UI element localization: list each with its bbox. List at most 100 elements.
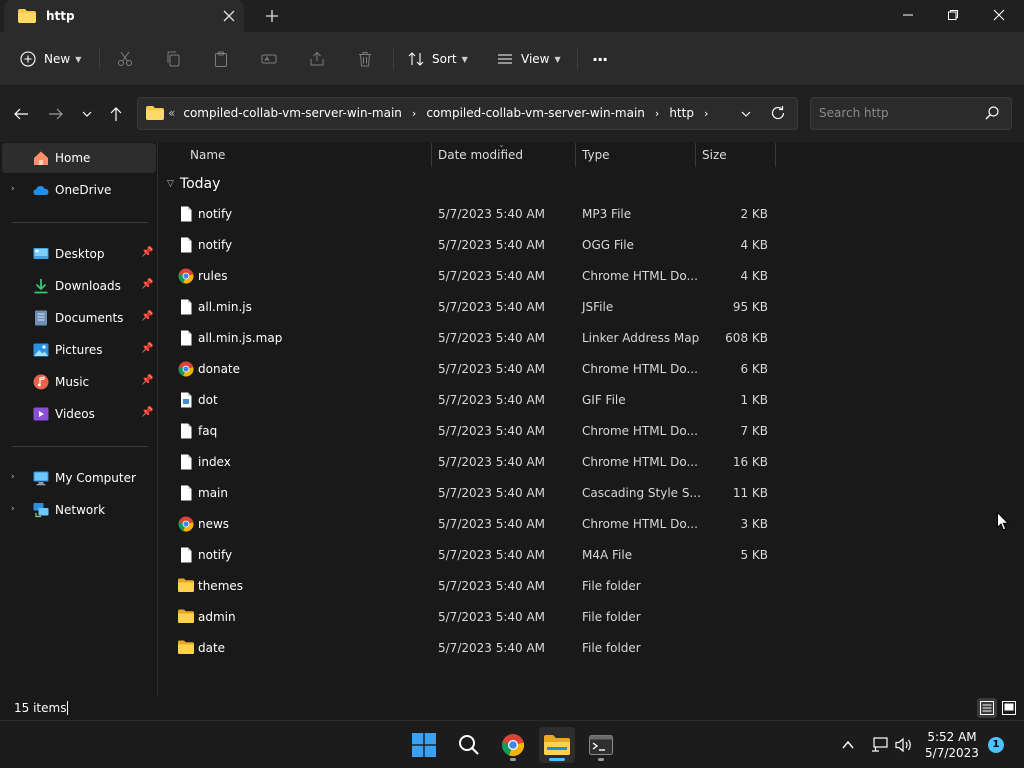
chevron-right-icon[interactable]: › bbox=[655, 107, 659, 120]
breadcrumb-item[interactable]: http bbox=[669, 106, 694, 120]
chevron-right-icon[interactable]: › bbox=[704, 107, 708, 120]
file-row[interactable]: all.min.js 5/7/2023 5:40 AM JSFile 95 KB bbox=[159, 292, 779, 323]
sidebar-item-desktop[interactable]: Desktop 📌 bbox=[2, 239, 156, 269]
chevron-right-icon[interactable]: › bbox=[11, 504, 15, 514]
refresh-button[interactable] bbox=[770, 105, 786, 124]
sidebar-item-network[interactable]: › Network bbox=[2, 495, 156, 525]
more-options-button[interactable]: ··· bbox=[592, 46, 608, 72]
home-icon bbox=[33, 150, 49, 166]
search-input[interactable] bbox=[819, 106, 979, 120]
file-row[interactable]: faq 5/7/2023 5:40 AM Chrome HTML Do... 7 KB bbox=[159, 416, 779, 447]
details-view-button[interactable] bbox=[977, 698, 997, 718]
terminal-taskbar-button[interactable] bbox=[583, 727, 619, 763]
cut-button[interactable] bbox=[117, 46, 133, 72]
pin-icon[interactable]: 📌 bbox=[141, 375, 153, 386]
chevron-right-icon[interactable]: › bbox=[11, 472, 15, 482]
file-name: index bbox=[198, 455, 231, 469]
large-icons-view-button[interactable] bbox=[999, 698, 1019, 718]
copy-button[interactable] bbox=[165, 46, 181, 72]
view-button[interactable]: View ▼ bbox=[497, 46, 561, 72]
address-bar[interactable]: « compiled-collab-vm-server-win-main › c… bbox=[137, 97, 798, 130]
share-button[interactable] bbox=[309, 46, 325, 72]
pin-icon[interactable]: 📌 bbox=[141, 311, 153, 322]
back-button[interactable] bbox=[10, 104, 32, 124]
folder-icon bbox=[146, 106, 164, 123]
file-row[interactable]: notify 5/7/2023 5:40 AM MP3 File 2 KB bbox=[159, 199, 779, 230]
pin-icon[interactable]: 📌 bbox=[141, 279, 153, 290]
file-row[interactable]: main 5/7/2023 5:40 AM Cascading Style S...… bbox=[159, 478, 779, 509]
file-explorer-taskbar-button[interactable] bbox=[539, 727, 575, 763]
search-taskbar-button[interactable] bbox=[451, 727, 487, 763]
search-box[interactable] bbox=[810, 97, 1012, 130]
pin-icon[interactable]: 📌 bbox=[141, 247, 153, 258]
sidebar-item-onedrive[interactable]: › OneDrive bbox=[2, 175, 156, 205]
file-row[interactable]: admin 5/7/2023 5:40 AM File folder bbox=[159, 602, 779, 633]
file-size: 95 KB bbox=[732, 300, 768, 314]
network-icon bbox=[33, 502, 49, 518]
start-button[interactable] bbox=[406, 727, 442, 763]
sidebar-item-documents[interactable]: Documents 📌 bbox=[2, 303, 156, 333]
thumbnail-view-icon bbox=[1002, 701, 1016, 715]
volume-tray-button[interactable] bbox=[894, 735, 914, 755]
file-row[interactable]: news 5/7/2023 5:40 AM Chrome HTML Do... 3 K… bbox=[159, 509, 779, 540]
network-tray-button[interactable] bbox=[870, 735, 890, 755]
pin-icon[interactable]: 📌 bbox=[141, 407, 153, 418]
maximize-button[interactable] bbox=[930, 0, 976, 30]
close-window-button[interactable] bbox=[976, 0, 1022, 30]
chrome-taskbar-button[interactable] bbox=[495, 727, 531, 763]
sidebar-item-videos[interactable]: Videos 📌 bbox=[2, 399, 156, 429]
delete-button[interactable] bbox=[357, 46, 373, 72]
column-header-size[interactable]: Size bbox=[696, 142, 775, 168]
sidebar-item-music[interactable]: Music 📌 bbox=[2, 367, 156, 397]
sidebar-item-home[interactable]: Home bbox=[2, 143, 156, 173]
sidebar-item-label: OneDrive bbox=[55, 183, 112, 197]
view-button-label: View bbox=[521, 52, 550, 66]
sidebar-item-label: Network bbox=[55, 503, 106, 517]
new-tab-button[interactable] bbox=[262, 6, 282, 26]
file-name: dot bbox=[198, 393, 218, 407]
sidebar-item-downloads[interactable]: Downloads 📌 bbox=[2, 271, 156, 301]
chevron-right-icon[interactable]: › bbox=[11, 184, 15, 194]
group-header-today[interactable]: ▽ Today bbox=[167, 176, 220, 192]
window-tab[interactable]: http bbox=[4, 0, 244, 32]
recent-locations-button[interactable] bbox=[76, 104, 98, 124]
file-row[interactable]: index 5/7/2023 5:40 AM Chrome HTML Do... 16… bbox=[159, 447, 779, 478]
pin-icon[interactable]: 📌 bbox=[141, 343, 153, 354]
file-row[interactable]: date 5/7/2023 5:40 AM File folder bbox=[159, 633, 779, 664]
file-row[interactable]: dot 5/7/2023 5:40 AM GIF File 1 KB bbox=[159, 385, 779, 416]
file-row[interactable]: notify 5/7/2023 5:40 AM OGG File 4 KB bbox=[159, 230, 779, 261]
paste-button[interactable] bbox=[213, 46, 229, 72]
active-indicator bbox=[549, 758, 565, 761]
breadcrumb-item[interactable]: compiled-collab-vm-server-win-main bbox=[426, 106, 645, 120]
rename-button[interactable] bbox=[261, 46, 277, 72]
file-row[interactable]: notify 5/7/2023 5:40 AM M4A File 5 KB bbox=[159, 540, 779, 571]
column-resize-handle[interactable] bbox=[775, 143, 776, 167]
chevron-right-icon[interactable]: › bbox=[412, 107, 416, 120]
column-header-type[interactable]: Type bbox=[576, 142, 695, 168]
minimize-button[interactable] bbox=[885, 0, 931, 30]
file-row[interactable]: themes 5/7/2023 5:40 AM File folder bbox=[159, 571, 779, 602]
file-row[interactable]: all.min.js.map 5/7/2023 5:40 AM Linker Add… bbox=[159, 323, 779, 354]
sort-button[interactable]: Sort ▼ bbox=[408, 46, 468, 72]
sidebar-item-label: My Computer bbox=[55, 471, 136, 485]
clock[interactable]: 5:52 AM 5/7/2023 bbox=[920, 729, 984, 761]
breadcrumb-item[interactable]: compiled-collab-vm-server-win-main bbox=[183, 106, 402, 120]
show-hidden-icons-button[interactable] bbox=[838, 735, 858, 755]
up-button[interactable] bbox=[105, 104, 127, 124]
new-button[interactable]: New ▼ bbox=[20, 46, 81, 72]
address-history-button[interactable] bbox=[738, 106, 754, 125]
column-header-name[interactable]: Name bbox=[159, 142, 431, 168]
search-icon[interactable] bbox=[985, 106, 999, 123]
trash-icon bbox=[359, 52, 371, 67]
file-row[interactable]: donate 5/7/2023 5:40 AM Chrome HTML Do... 6… bbox=[159, 354, 779, 385]
sidebar-item-label: Desktop bbox=[55, 247, 105, 261]
forward-button[interactable] bbox=[45, 104, 67, 124]
breadcrumb-overflow[interactable]: « bbox=[168, 106, 175, 120]
sidebar-item-pictures[interactable]: Pictures 📌 bbox=[2, 335, 156, 365]
sidebar-item-my-computer[interactable]: › My Computer bbox=[2, 463, 156, 493]
column-header-date-modified[interactable]: Date modified ⌄ bbox=[432, 140, 575, 168]
notification-badge[interactable]: 1 bbox=[988, 737, 1004, 753]
file-row[interactable]: rules 5/7/2023 5:40 AM Chrome HTML Do... 4 … bbox=[159, 261, 779, 292]
close-tab-button[interactable] bbox=[220, 7, 238, 25]
file-size: 3 KB bbox=[740, 517, 768, 531]
